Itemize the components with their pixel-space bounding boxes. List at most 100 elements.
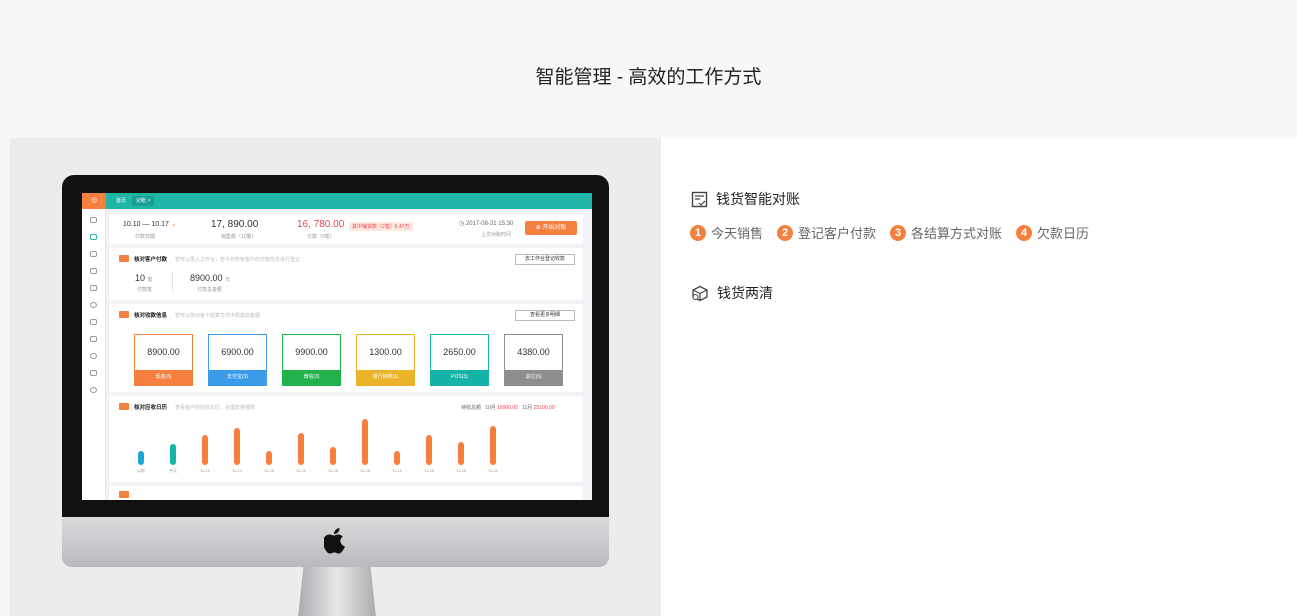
screen-sidebar xyxy=(82,209,106,500)
reconcile-steps: 1 今天销售 2 登记客户付款 3 各结算方式对账 4 欠款日历 xyxy=(690,223,1103,242)
section-tag xyxy=(119,491,129,498)
customer-payment-card: 核对客户付款 暂可以录入工作台，暂今日所有客户的付款信息进行登记 去工作台登记收… xyxy=(109,248,583,300)
payment-method-label: 现金(3) xyxy=(135,370,192,385)
receivable-legend: 待收总额 10月 18900.00 11月 25100.00 xyxy=(461,405,555,411)
feature-settled: 钱货两清 xyxy=(691,283,773,303)
payment-count: 10 笔 xyxy=(135,273,153,283)
payment-method-value: 8900.00 xyxy=(147,347,180,357)
bar-x-label: 11.18 xyxy=(456,468,466,473)
receivable-bar[interactable] xyxy=(490,425,496,465)
bar-x-label: 11.16 xyxy=(424,468,434,473)
section-tag xyxy=(119,403,129,410)
payment-method-card[interactable]: 6900.00 支付宝(3) xyxy=(208,334,267,386)
receivable-bar[interactable] xyxy=(266,451,272,465)
step-item: 3 各结算方式对账 xyxy=(890,223,1002,242)
apple-logo-icon xyxy=(324,528,345,554)
bar-x-label: 10.25 xyxy=(327,468,338,473)
receivable-bar[interactable] xyxy=(298,432,304,465)
sidebar-org-icon[interactable] xyxy=(90,234,97,240)
section2-hint: 暂可以核对各个结算方式中收款的金额 xyxy=(175,313,261,319)
payment-method-card[interactable]: 9900.00 微信(3) xyxy=(282,334,341,386)
last-reconcile-sub: 上次对账时间 xyxy=(481,232,512,238)
summary-card: 10.10 — 10.17 ⌄ 付款日期 17, 890.00 销售额（10笔）… xyxy=(109,214,583,244)
sidebar-doc-icon[interactable] xyxy=(90,319,97,325)
monitor-bezel: ◎ 首页 对账 × 10.10 — 10.17 ⌄ 付款日期 17, 890.0… xyxy=(62,175,609,517)
receivable-bar[interactable] xyxy=(362,419,368,465)
sidebar-truck-icon[interactable] xyxy=(90,251,97,257)
sidebar-user-icon[interactable] xyxy=(90,302,97,308)
date-range[interactable]: 10.10 — 10.17 ⌄ xyxy=(123,220,177,228)
debt-sub: 欠款（9笔） xyxy=(307,234,335,240)
date-sub: 付款日期 xyxy=(135,234,156,240)
payment-method-label: 支付宝(3) xyxy=(209,370,266,385)
step-item: 4 欠款日历 xyxy=(1016,223,1089,242)
sales-total: 17, 890.00 xyxy=(211,219,259,230)
bar-x-label: 11.20 xyxy=(488,468,498,473)
payment-method-value: 1300.00 xyxy=(369,347,402,357)
screen-topbar: ◎ 首页 对账 × xyxy=(82,193,592,209)
payment-method-card[interactable]: 8900.00 现金(3) xyxy=(134,334,193,386)
payment-method-value: 6900.00 xyxy=(221,347,254,357)
receivable-bar[interactable] xyxy=(458,442,464,465)
receivable-bar[interactable] xyxy=(170,444,176,465)
sales-sub: 销售额（10笔） xyxy=(221,234,257,240)
reconcile-icon xyxy=(691,191,708,207)
receivable-bar[interactable] xyxy=(330,446,336,465)
screen-tab-home[interactable]: 首页 xyxy=(112,196,130,206)
bar-x-label: 10.28 xyxy=(359,468,370,473)
payment-method-label: POS(3) xyxy=(431,370,488,385)
payment-method-card[interactable]: 1300.00 银行转账(1) xyxy=(356,334,415,386)
sidebar-store-icon[interactable] xyxy=(90,268,97,274)
start-reconcile-button[interactable]: ⊕ 开始对账 xyxy=(525,221,577,235)
section1-title: 核对客户付款 xyxy=(134,257,168,263)
payment-amount: 8900.00 元 xyxy=(190,273,231,283)
sidebar-cloud-icon[interactable] xyxy=(90,387,97,393)
receivable-bar[interactable] xyxy=(202,435,208,465)
screen-tab-reconcile[interactable]: 对账 × xyxy=(132,196,155,206)
receivable-bar[interactable] xyxy=(138,451,144,465)
section3-hint: 查看客户的应收日历，合理安排催款 xyxy=(175,405,256,411)
sidebar-list-icon[interactable] xyxy=(90,336,97,342)
step-item: 2 登记客户付款 xyxy=(777,223,876,242)
payment-method-label: 其它(6) xyxy=(505,370,562,385)
bar-x-label: 10.20 xyxy=(263,468,274,473)
feature-title: 钱货两清 xyxy=(717,285,773,301)
feature-title: 钱货智能对账 xyxy=(716,191,800,207)
bar-x-label: 今天 xyxy=(169,468,177,473)
go-workbench-button[interactable]: 去工作台登记收款 xyxy=(515,254,575,265)
step-item: 1 今天销售 xyxy=(690,223,763,242)
payment-method-value: 2650.00 xyxy=(443,347,476,357)
bar-x-label: 以前 xyxy=(137,468,145,473)
section3-title: 核对应收日历 xyxy=(134,405,168,411)
bar-x-label: 10.14 xyxy=(231,468,242,473)
monitor-screen: ◎ 首页 对账 × 10.10 — 10.17 ⌄ 付款日期 17, 890.0… xyxy=(82,193,592,500)
sidebar-home2-icon[interactable] xyxy=(90,370,97,376)
payment-method-card[interactable]: 4380.00 其它(6) xyxy=(504,334,563,386)
payment-method-label: 银行转账(1) xyxy=(357,370,414,385)
next-card xyxy=(109,486,583,500)
monitor-chin xyxy=(62,517,609,567)
sidebar-circle-icon[interactable] xyxy=(90,353,97,359)
payment-method-card[interactable]: 2650.00 POS(3) xyxy=(430,334,489,386)
receivable-bar[interactable] xyxy=(426,435,432,465)
page-title: 智能管理 - 高效的工作方式 xyxy=(535,67,762,88)
bar-x-label: 10.22 xyxy=(295,468,306,473)
sidebar-tag-icon[interactable] xyxy=(90,285,97,291)
last-reconcile-time: ◷ 2017-08-31 15:30 xyxy=(459,221,514,227)
screen-logo-icon: ◎ xyxy=(82,193,106,209)
payment-count-sub: 付款笔 xyxy=(137,287,153,293)
section1-hint: 暂可以录入工作台，暂今日所有客户的付款信息进行登记 xyxy=(175,257,301,263)
receivable-bar[interactable] xyxy=(234,428,240,465)
debt-total: 16, 780.00 xyxy=(297,219,345,230)
box-icon xyxy=(692,285,708,301)
payment-method-label: 微信(3) xyxy=(283,370,340,385)
view-more-details-button[interactable]: 查看更多明细 xyxy=(515,310,575,321)
feature-panel: 钱货智能对账 1 今天销售 2 登记客户付款 3 各结算方式对账 4 欠款日历 钱货两清 xyxy=(661,138,1297,616)
payment-amount-sub: 付款总金额 xyxy=(197,287,223,293)
collection-info-card: 核对收款信息 暂可以核对各个结算方式中收款的金额 查看更多明细 8900.00 现… xyxy=(109,304,583,392)
receivable-bar[interactable] xyxy=(394,451,400,465)
section-tag xyxy=(119,255,129,262)
feature-reconcile: 钱货智能对账 xyxy=(691,189,800,209)
sidebar-home-icon[interactable] xyxy=(90,217,97,223)
payment-method-value: 9900.00 xyxy=(295,347,328,357)
